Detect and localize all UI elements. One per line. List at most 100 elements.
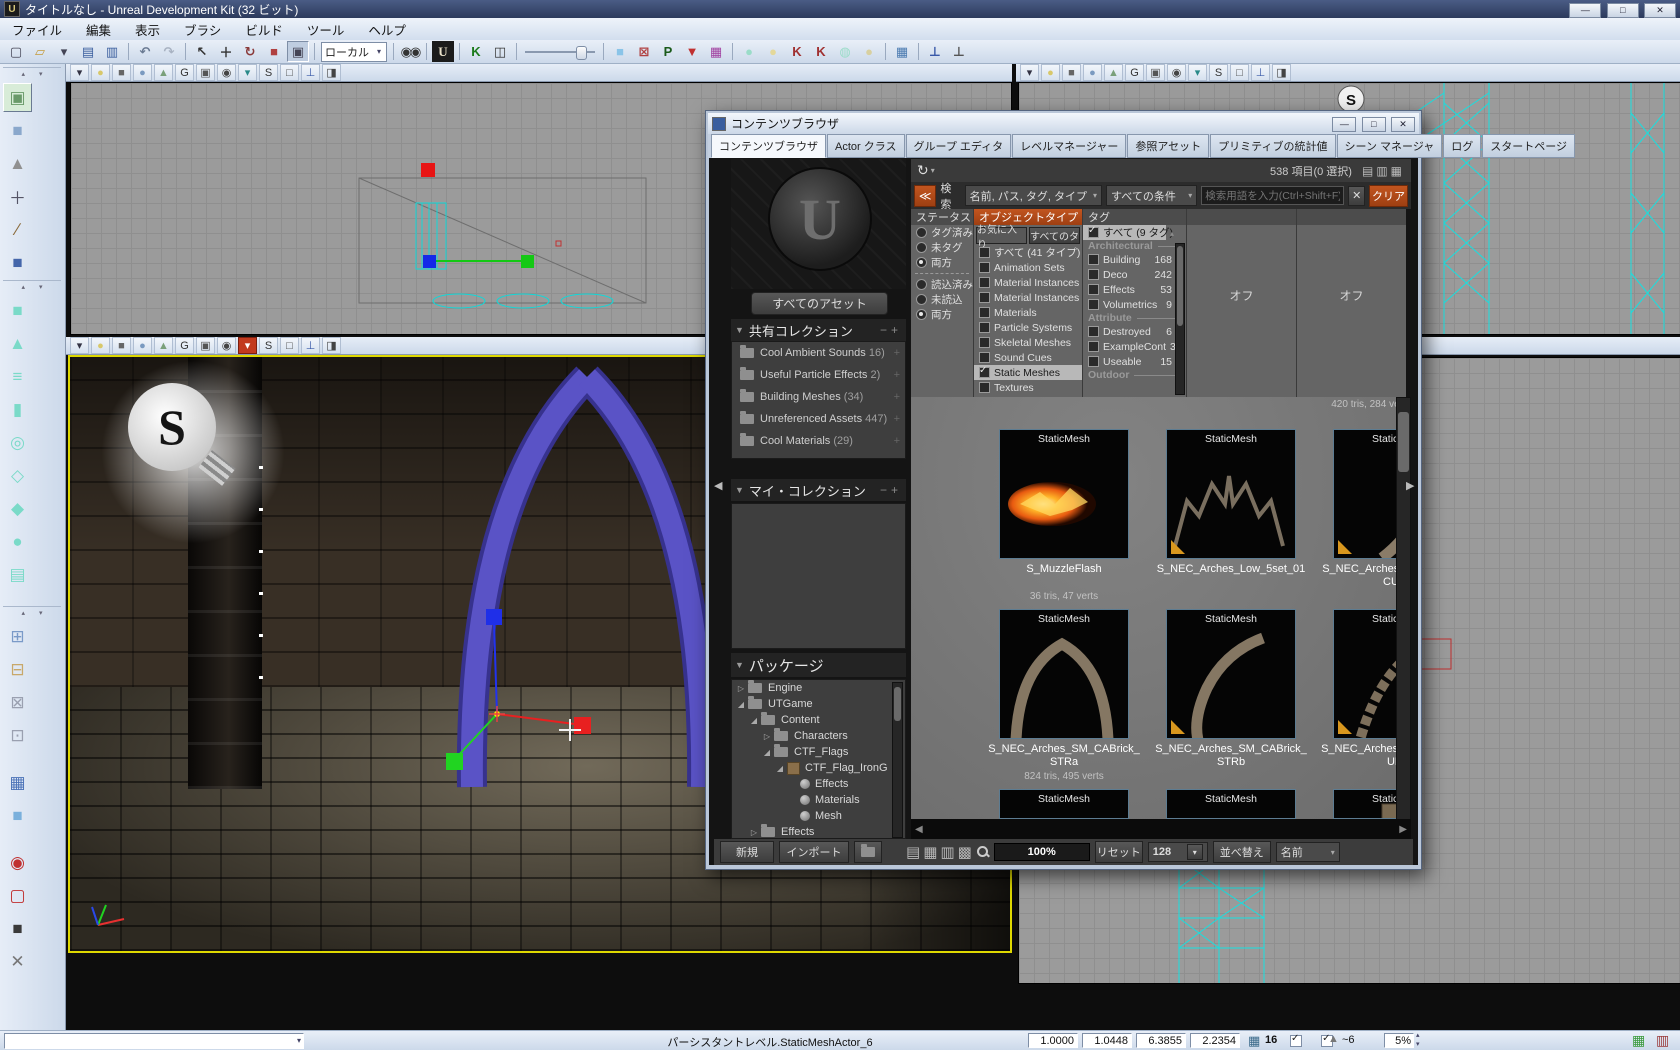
realtime-bulb-icon[interactable]: ● xyxy=(1041,64,1060,81)
autosave-status-icon[interactable]: ▦ xyxy=(1632,1032,1645,1049)
sphere-light-icon[interactable]: ◍ xyxy=(834,41,856,62)
type-option-7[interactable]: Sound Cues xyxy=(974,350,1082,365)
no-build-icon[interactable]: ✕ xyxy=(3,947,32,976)
unlit-sphere-icon[interactable]: ● xyxy=(133,64,152,81)
tag-status-radio-2[interactable]: 両方 xyxy=(911,255,973,270)
collection-row-4[interactable]: Cool Materials (29)+ xyxy=(732,430,905,452)
letter-s-icon[interactable]: S xyxy=(259,64,278,81)
collection-row-3[interactable]: Unreferenced Assets 447)+ xyxy=(732,408,905,430)
type-option-5[interactable]: Particle Systems xyxy=(974,320,1082,335)
packages-header[interactable]: ▼ パッケージ xyxy=(731,653,906,677)
search-scope-combo[interactable]: 名前, パス, タグ, タイプ▾ xyxy=(965,185,1102,206)
checkbox-icon[interactable] xyxy=(1088,269,1099,280)
brush-polys-icon[interactable]: ■ xyxy=(609,41,631,62)
tree-arrow-icon[interactable]: ◢ xyxy=(775,764,785,773)
tab-6[interactable]: シーン マネージャ xyxy=(1337,134,1443,158)
tag-option-examplecont[interactable]: ExampleCont3 xyxy=(1083,339,1186,354)
search-input[interactable] xyxy=(1201,186,1344,205)
my-collections-header[interactable]: ▼ マイ・コレクション −+ xyxy=(731,479,906,501)
square-icon[interactable]: □ xyxy=(280,64,299,81)
sort-button[interactable]: 並べ替え xyxy=(1213,841,1271,863)
viewport-options-icon[interactable]: ▾ xyxy=(70,337,89,354)
find-actors-icon[interactable]: ◉◉ xyxy=(399,41,421,62)
add-volume-icon[interactable]: ▦ xyxy=(3,768,32,797)
socket-gray-icon[interactable]: ⊥ xyxy=(948,41,970,62)
content-browser-icon[interactable]: U xyxy=(432,41,454,62)
joystick-icon[interactable]: ⊥ xyxy=(301,337,320,354)
tree-arrow-icon[interactable]: ◢ xyxy=(762,748,772,757)
checkbox-icon[interactable] xyxy=(979,322,990,333)
collection-minus-plus[interactable]: −+ xyxy=(880,483,902,497)
collapse-filter-button[interactable]: ≪ xyxy=(914,185,936,207)
tree-row-effects[interactable]: Effects xyxy=(732,776,905,792)
type-option-2[interactable]: Material Instances (( xyxy=(974,275,1082,290)
load-status-radio-1[interactable]: 未読込 xyxy=(911,292,973,307)
terrain-mode-icon[interactable]: ▲ xyxy=(3,149,32,178)
tab-1[interactable]: Actor クラス xyxy=(827,134,905,158)
builder-stairs-icon[interactable]: ≡ xyxy=(3,362,32,391)
type-option-3[interactable]: Material Instances (T xyxy=(974,290,1082,305)
camera-speed-field[interactable]: 2.2354 xyxy=(1190,1033,1240,1048)
clear-filter-button[interactable]: クリア xyxy=(1369,185,1408,207)
checkbox-icon[interactable] xyxy=(979,292,990,303)
angle-snap-icon[interactable]: ▲ xyxy=(1328,1033,1339,1045)
minimize-button[interactable]: — xyxy=(1569,3,1601,18)
tag-status-radio-0[interactable]: タグ済み xyxy=(911,225,973,240)
checkbox-icon[interactable] xyxy=(979,247,990,258)
toolbox-top-arrows[interactable]: ▴▾ xyxy=(3,67,61,80)
droplet-icon[interactable]: ▾ xyxy=(238,64,257,81)
section-collapse-icon[interactable]: ▼ xyxy=(735,660,744,670)
section-collapse-icon[interactable]: ▼ xyxy=(735,325,744,335)
collection-add-icon[interactable]: + xyxy=(894,391,900,403)
tree-row-characters[interactable]: ▷Characters xyxy=(732,728,905,744)
letter-s-icon[interactable]: S xyxy=(1209,64,1228,81)
asset-grid-vertical-scrollbar[interactable] xyxy=(1396,397,1411,821)
grid-snap-icon[interactable]: ▦ xyxy=(1248,1033,1260,1049)
tab-7[interactable]: ログ xyxy=(1443,134,1481,158)
tree-arrow-icon[interactable]: ▷ xyxy=(749,828,759,837)
checkbox-icon[interactable] xyxy=(1088,299,1099,310)
tab-4[interactable]: 参照アセット xyxy=(1127,134,1209,158)
packages-scrollbar[interactable] xyxy=(892,682,903,838)
lock-viewport-icon[interactable]: ▣ xyxy=(1146,64,1165,81)
builder-curved-stairs-icon[interactable]: ◆ xyxy=(3,494,32,523)
close-button[interactable]: ✕ xyxy=(1644,3,1676,18)
tab-0[interactable]: コンテンツブラウザ xyxy=(711,134,826,158)
checkbox-icon[interactable] xyxy=(1088,227,1099,238)
matinee-icon[interactable]: ◫ xyxy=(489,41,511,62)
drag-grid-y-field[interactable]: 1.0448 xyxy=(1082,1033,1132,1048)
tree-row-content[interactable]: ◢Content xyxy=(732,712,905,728)
search-condition-combo[interactable]: すべての条件▾ xyxy=(1106,185,1197,206)
type-option-9[interactable]: Textures xyxy=(974,380,1082,395)
csg-intersect-icon[interactable]: ⊠ xyxy=(3,688,32,717)
type-option-6[interactable]: Skeletal Meshes xyxy=(974,335,1082,350)
cook-mosaic-icon[interactable]: ▦ xyxy=(705,41,727,62)
asset-tile-S_NEC_Arches_SM_CABrick_STRa[interactable]: StaticMesh xyxy=(999,609,1129,739)
search-clear-x-icon[interactable]: ✕ xyxy=(1348,186,1365,206)
tab-2[interactable]: グループ エディタ xyxy=(906,134,1012,158)
add-bulb-icon[interactable]: ● xyxy=(762,41,784,62)
camera-icon[interactable]: ◨ xyxy=(322,337,341,354)
load-status-radio-0[interactable]: 読込済み xyxy=(911,277,973,292)
type-option-4[interactable]: Materials xyxy=(974,305,1082,320)
favorites-tab[interactable]: お気に入り xyxy=(976,227,1027,244)
lock-viewport-icon[interactable]: ▣ xyxy=(196,337,215,354)
builder-cube-icon[interactable]: ■ xyxy=(3,296,32,325)
tab-8[interactable]: スタートページ xyxy=(1482,134,1575,158)
actor-combo[interactable]: ▾ xyxy=(4,1033,304,1049)
zoom-reset-button[interactable]: リセット xyxy=(1095,841,1143,863)
csg-add-icon[interactable]: ⊞ xyxy=(3,622,32,651)
menu-item-1[interactable]: 編集 xyxy=(74,18,123,41)
texture-align-icon[interactable]: ＋ xyxy=(3,182,32,211)
lock-viewport-icon[interactable]: ▣ xyxy=(196,64,215,81)
view-thumbnails-icon[interactable]: ▥ xyxy=(940,843,954,861)
play-in-editor-icon[interactable]: P xyxy=(657,41,679,62)
view-grid-icon[interactable]: ▩ xyxy=(958,843,972,861)
socket-blue-icon[interactable]: ⊥ xyxy=(924,41,946,62)
kactor-1-icon[interactable]: K xyxy=(786,41,808,62)
camera-mode-icon[interactable]: ▣ xyxy=(3,83,32,112)
game-view-icon[interactable]: G xyxy=(1125,64,1144,81)
radio-icon[interactable] xyxy=(916,309,927,320)
kismet-icon[interactable]: K xyxy=(465,41,487,62)
checkbox-icon[interactable] xyxy=(1088,254,1099,265)
